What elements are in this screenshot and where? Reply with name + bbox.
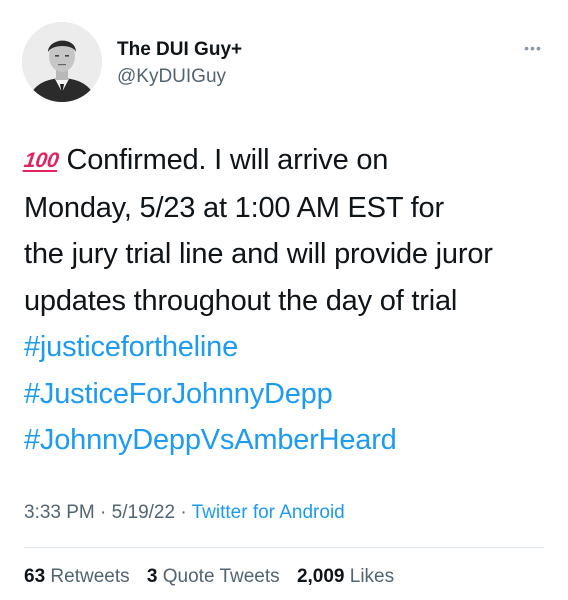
tweet-card: The DUI Guy+ @KyDUIGuy ••• 100 Confirmed.… bbox=[0, 0, 568, 600]
meta-separator: · bbox=[180, 502, 187, 523]
likes-label: Likes bbox=[349, 566, 395, 587]
divider bbox=[24, 547, 544, 548]
display-name[interactable]: The DUI Guy+ bbox=[117, 38, 242, 62]
hashtag-link[interactable]: #justicefortheline bbox=[24, 324, 554, 371]
tweet-stats: 63 Retweets 3 Quote Tweets 2,009 Likes bbox=[24, 566, 406, 588]
more-dots-icon[interactable]: ••• bbox=[520, 38, 546, 58]
quote-tweets-stat[interactable]: 3 Quote Tweets bbox=[147, 566, 280, 587]
tweet-time[interactable]: 3:33 PM bbox=[24, 502, 95, 523]
tweet-line-2: Monday, 5/23 at 1:00 AM EST for bbox=[24, 191, 444, 224]
avatar[interactable] bbox=[22, 22, 102, 102]
tweet-line-text: Confirmed. I will arrive on bbox=[66, 144, 389, 176]
user-handle[interactable]: @KyDUIGuy bbox=[117, 65, 242, 89]
tweet-line-4: updates throughout the day of trial bbox=[24, 284, 458, 317]
tweet-date[interactable]: 5/19/22 bbox=[112, 502, 175, 523]
hashtag-link[interactable]: #JusticeForJohnnyDepp bbox=[24, 371, 554, 418]
retweets-label: Retweets bbox=[50, 566, 130, 587]
tweet-line-1: 100 Confirmed. I will arrive on bbox=[22, 137, 554, 185]
tweet-line-3: the jury trial line and will provide jur… bbox=[24, 238, 493, 270]
hundred-points-emoji-icon: 100 bbox=[22, 149, 61, 172]
profile-photo bbox=[22, 22, 102, 102]
author-block: The DUI Guy+ @KyDUIGuy bbox=[117, 38, 242, 89]
tweet-text: 100 Confirmed. I will arrive on Monday, 5… bbox=[22, 137, 554, 464]
retweets-stat[interactable]: 63 Retweets bbox=[24, 566, 130, 587]
likes-stat[interactable]: 2,009 Likes bbox=[297, 566, 394, 587]
hashtag-link[interactable]: #JohnnyDeppVsAmberHeard bbox=[24, 417, 554, 464]
retweets-count: 63 bbox=[24, 566, 46, 587]
meta-separator: · bbox=[100, 502, 107, 523]
tweet-meta: 3:33 PM · 5/19/22 · Twitter for Android bbox=[24, 502, 345, 524]
likes-count: 2,009 bbox=[296, 566, 345, 587]
quote-tweets-label: Quote Tweets bbox=[162, 566, 280, 587]
quote-tweets-count: 3 bbox=[146, 566, 158, 587]
tweet-source-link[interactable]: Twitter for Android bbox=[192, 502, 345, 523]
